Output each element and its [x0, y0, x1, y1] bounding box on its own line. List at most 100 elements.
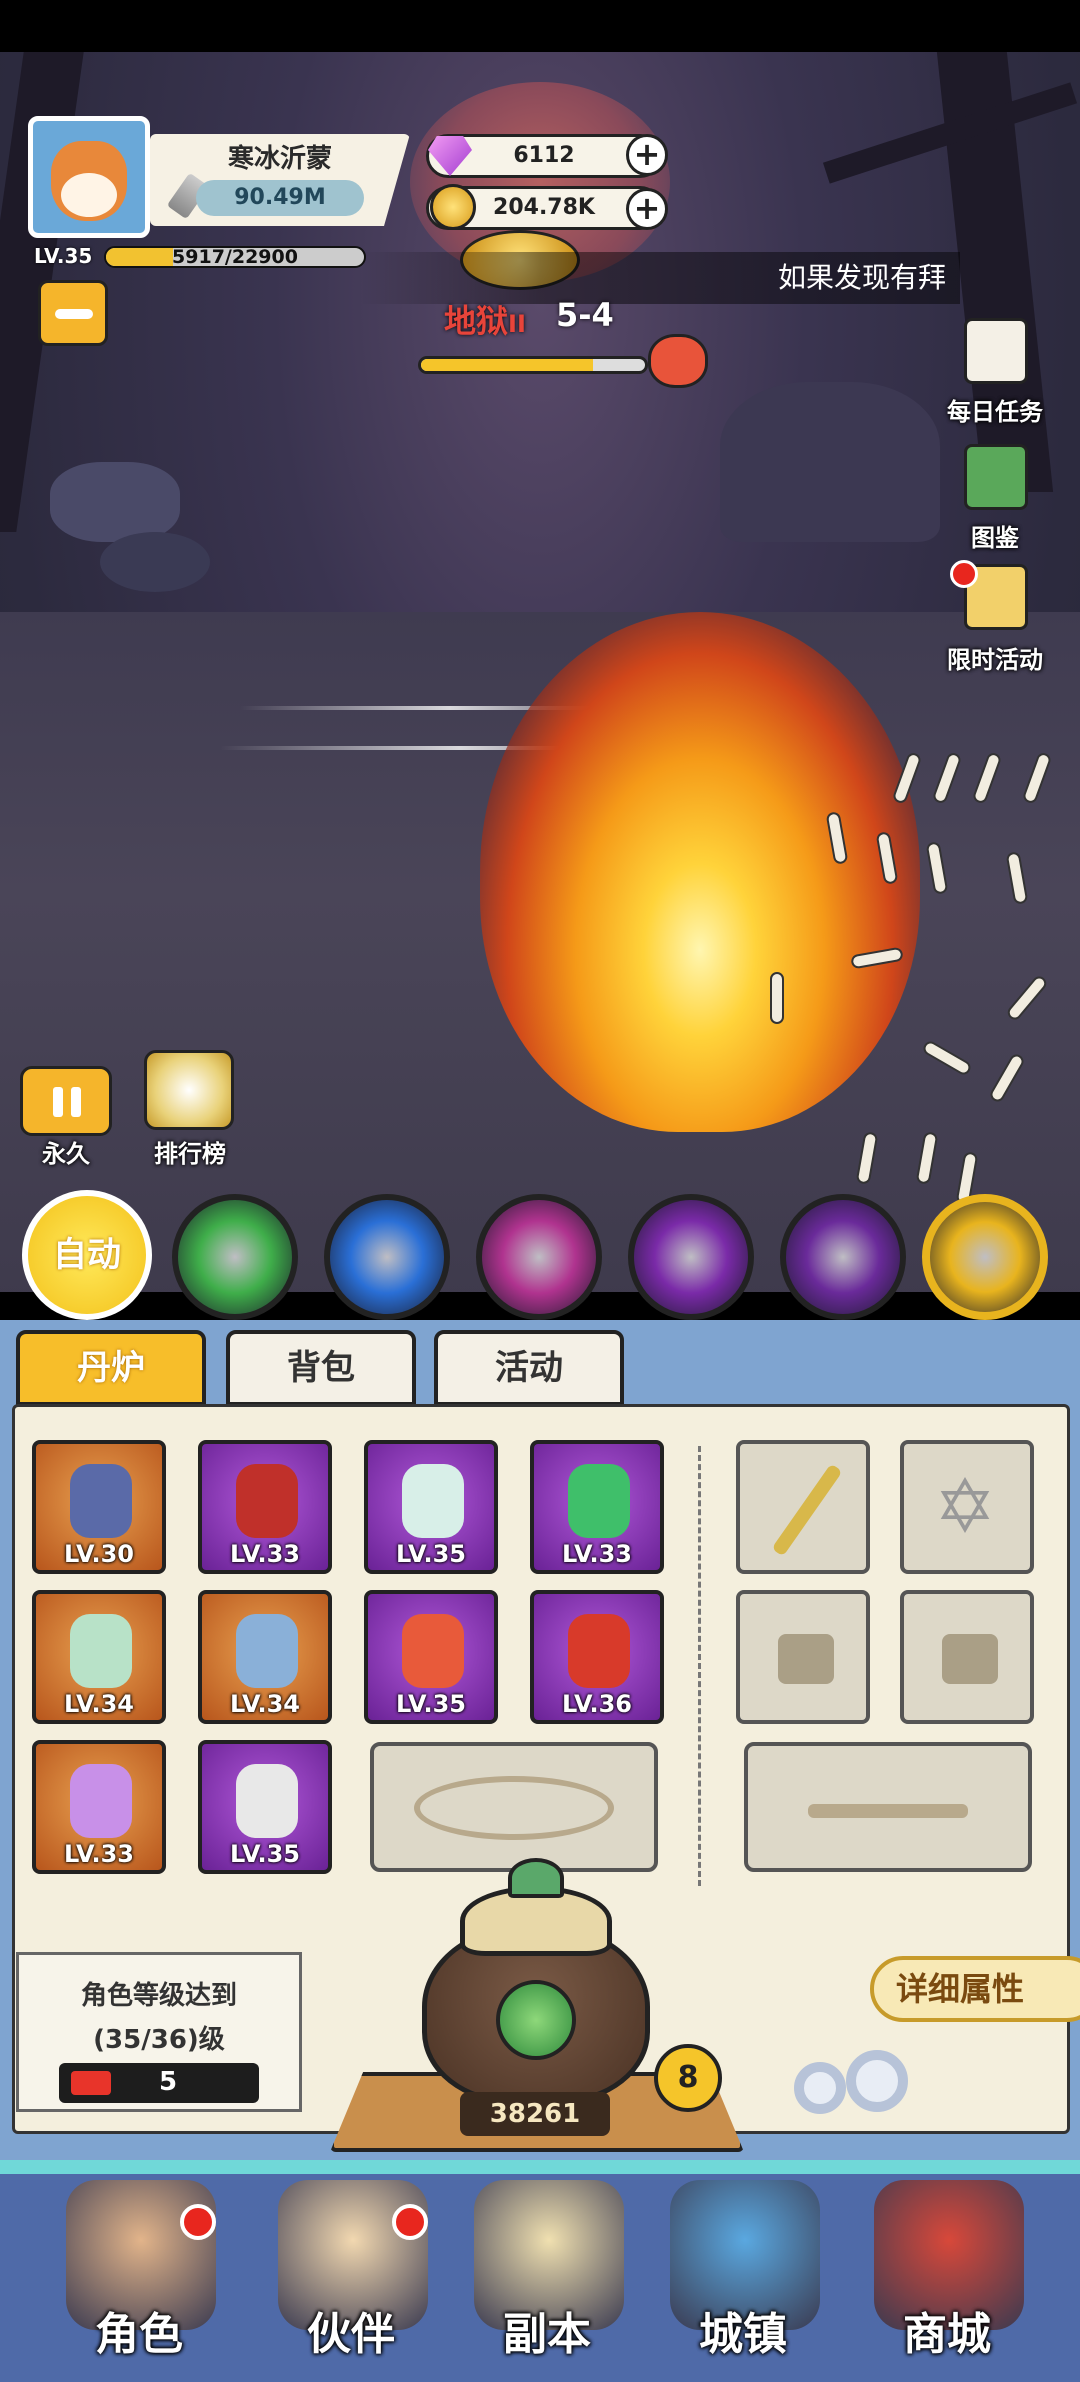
empty-slot-star[interactable]: ✡ — [900, 1440, 1034, 1574]
skeleton-bone — [770, 972, 784, 1024]
equip-slot-belt[interactable]: LV.33 — [198, 1440, 332, 1574]
side-item-limited-event[interactable]: 限时活动 — [930, 560, 1060, 680]
details-button[interactable]: 详细属性 — [870, 1956, 1080, 2022]
nav-label: 伙伴 — [307, 2309, 395, 2360]
tab-furnace[interactable]: 丹炉 — [16, 1330, 206, 1406]
gold-coin-icon — [430, 184, 476, 230]
equip-level: LV.34 — [64, 1690, 134, 1718]
add-gold-button[interactable]: + — [626, 188, 668, 230]
ticket-icon — [71, 2071, 111, 2095]
gourd-icon — [402, 1614, 464, 1688]
requirement-line1: 角色等级达到 — [80, 1981, 237, 2011]
scroll-icon — [964, 318, 1028, 384]
auto-battle-button[interactable]: 自动 — [22, 1190, 152, 1320]
green-vortex-skill[interactable] — [172, 1194, 298, 1320]
notification-dot — [950, 560, 978, 588]
nav-town-button[interactable]: 城镇 — [648, 2180, 838, 2370]
fire-explosion — [480, 612, 920, 1132]
nav-border — [0, 2160, 1080, 2174]
nav-dungeon-button[interactable]: 副本 — [452, 2180, 642, 2370]
equip-level: LV.33 — [230, 1540, 300, 1568]
equip-slot-shield[interactable]: LV.34 — [198, 1590, 332, 1724]
equip-level: LV.33 — [64, 1840, 134, 1868]
magic-circle-slot[interactable] — [370, 1742, 658, 1872]
equip-slot-boots[interactable]: LV.35 — [198, 1740, 332, 1874]
equip-slot-spear[interactable]: LV.30 — [32, 1440, 166, 1574]
equip-level: LV.33 — [562, 1540, 632, 1568]
equip-slot-fan[interactable]: LV.34 — [32, 1590, 166, 1724]
locked-slot[interactable] — [900, 1590, 1034, 1724]
equip-slot-orb[interactable]: LV.33 — [530, 1440, 664, 1574]
purple-swirl-skill[interactable] — [476, 1194, 602, 1320]
stage-name-text: 地狱 — [444, 302, 509, 340]
nav-character-button[interactable]: 角色 — [44, 2180, 234, 2370]
book-icon — [964, 444, 1028, 510]
player-name: 寒冰沂蒙 — [227, 144, 332, 174]
stage-numeral: II — [508, 310, 526, 338]
collapse-button[interactable] — [38, 280, 108, 346]
side-item-codex[interactable]: 图鉴 — [930, 444, 1060, 554]
equip-level: LV.35 — [396, 1690, 466, 1718]
cauldron-knob — [508, 1858, 564, 1898]
status-bar — [0, 0, 1080, 52]
equip-level: LV.35 — [396, 1540, 466, 1568]
stage-level: 5-4 — [556, 296, 614, 334]
locked-slot[interactable] — [736, 1590, 870, 1724]
rock — [100, 532, 210, 592]
belt-icon — [236, 1464, 298, 1538]
side-item-label: 限时活动 — [947, 646, 1043, 674]
settings-button[interactable] — [790, 2042, 916, 2128]
pause-button[interactable] — [20, 1066, 112, 1136]
divider — [698, 1446, 701, 1886]
weapon-slot-staff[interactable] — [736, 1440, 870, 1574]
alchemy-cauldron[interactable] — [404, 1858, 668, 2120]
nav-label: 角色 — [95, 2309, 183, 2360]
magic-circle-icon — [414, 1776, 614, 1840]
ticket-bar: 5 — [59, 2063, 259, 2103]
sword-silhouette-icon — [808, 1804, 968, 1818]
pause-icon — [71, 1087, 81, 1117]
side-item-daily-tasks[interactable]: 每日任务 — [930, 318, 1060, 428]
furnace-count: 38261 — [460, 2092, 610, 2136]
violet-ring-skill[interactable] — [780, 1194, 906, 1320]
leaderboard-icon[interactable] — [144, 1050, 234, 1130]
stage-name: 地狱II — [444, 296, 526, 342]
boss-demon-icon[interactable] — [648, 334, 708, 388]
pause-icon — [53, 1087, 63, 1117]
equip-level: LV.30 — [64, 1540, 134, 1568]
requirement-line2: (35/36)级 — [93, 2025, 225, 2055]
player-level: LV.35 — [34, 244, 93, 268]
weapon-slot-sword[interactable] — [744, 1742, 1032, 1872]
lock-icon — [778, 1634, 834, 1684]
exp-text: 5917/22900 — [172, 246, 298, 268]
combat-power: 90.49M — [196, 180, 364, 216]
nav-shop-button[interactable]: 商城 — [852, 2180, 1042, 2370]
minus-icon — [55, 309, 93, 319]
staff-icon — [771, 1463, 843, 1557]
stage-progress-bar — [418, 356, 648, 374]
equip-slot-necklace[interactable]: LV.33 — [32, 1740, 166, 1874]
cauldron-orb — [496, 1980, 576, 2060]
tab-events[interactable]: 活动 — [434, 1330, 624, 1406]
exp-bar: 5917/22900 — [104, 246, 366, 268]
blue-comet-skill[interactable] — [324, 1194, 450, 1320]
add-gems-button[interactable]: + — [626, 134, 668, 176]
equip-slot-gourd[interactable]: LV.35 — [364, 1590, 498, 1724]
side-item-label: 每日任务 — [947, 398, 1043, 426]
rock — [50, 462, 180, 542]
equip-level: LV.36 — [562, 1690, 632, 1718]
tab-backpack[interactable]: 背包 — [226, 1330, 416, 1406]
side-item-label: 图鉴 — [971, 524, 1019, 552]
nav-companion-button[interactable]: 伙伴 — [256, 2180, 446, 2370]
player-avatar[interactable] — [28, 116, 150, 238]
equip-slot-pearl[interactable]: LV.36 — [530, 1590, 664, 1724]
equip-slot-robe[interactable]: LV.35 — [364, 1440, 498, 1574]
orb-icon — [568, 1464, 630, 1538]
gem-count: 6112 — [513, 143, 575, 168]
ticket-count: 5 — [159, 2067, 178, 2097]
gear-icon — [794, 2062, 846, 2114]
shiba-face — [61, 173, 117, 217]
gold-ultimate-skill[interactable] — [922, 1194, 1048, 1320]
purple-lightning-skill[interactable] — [628, 1194, 754, 1320]
necklace-icon — [70, 1764, 132, 1838]
